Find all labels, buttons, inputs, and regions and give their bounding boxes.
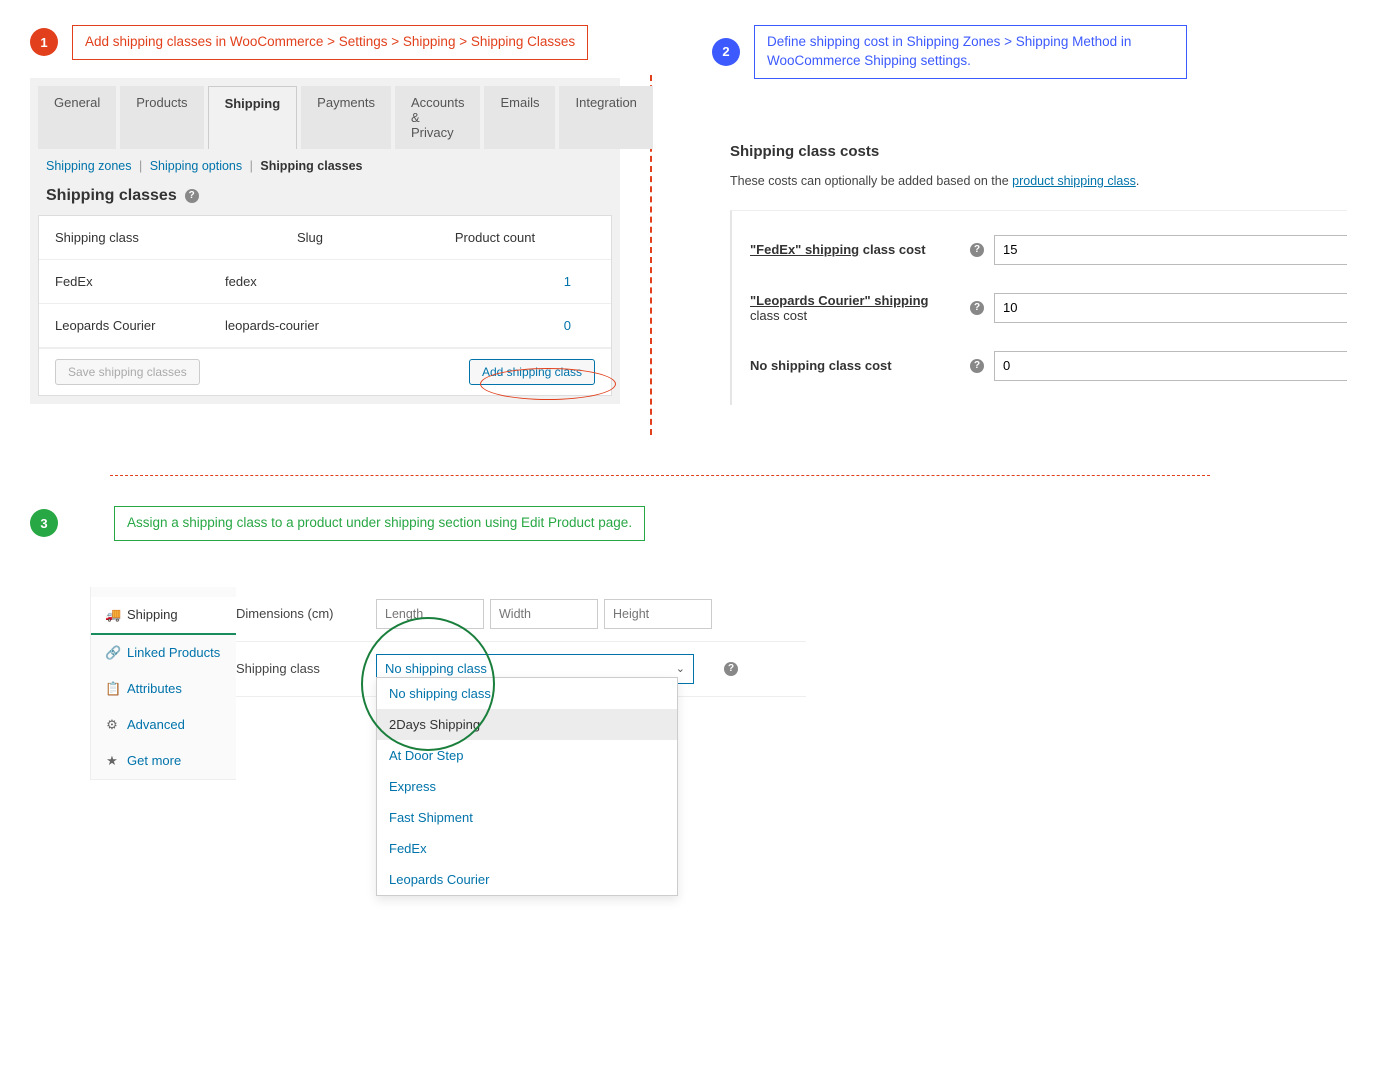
plus-icon: ★ [105, 753, 119, 769]
step-note-1: Add shipping classes in WooCommerce > Se… [72, 25, 588, 60]
option-at-door-step[interactable]: At Door Step [377, 740, 677, 771]
sidebar-item-linked-products[interactable]: 🔗 Linked Products [91, 635, 236, 671]
shipping-costs-panel: Shipping class costs These costs can opt… [712, 125, 1347, 423]
width-input[interactable] [490, 599, 598, 629]
cell-slug: fedex [225, 274, 395, 289]
step-badge-2: 2 [712, 38, 740, 66]
length-input[interactable] [376, 599, 484, 629]
save-shipping-classes-button[interactable]: Save shipping classes [55, 359, 200, 385]
help-icon[interactable]: ? [724, 662, 738, 676]
col-header-count: Product count [395, 230, 595, 245]
help-icon[interactable]: ? [970, 359, 984, 373]
sublink-shipping-zones[interactable]: Shipping zones [46, 159, 131, 173]
page-title: Shipping classes [46, 187, 177, 205]
shipping-classes-table: Shipping class Slug Product count FedEx … [38, 215, 612, 396]
shipping-classes-panel: General Products Shipping Payments Accou… [30, 78, 620, 404]
sublink-shipping-classes: Shipping classes [260, 159, 362, 173]
cost-input-leopards[interactable] [994, 293, 1347, 323]
tab-products[interactable]: Products [120, 86, 203, 149]
settings-tabs: General Products Shipping Payments Accou… [30, 78, 620, 149]
option-leopards-courier[interactable]: Leopards Courier [377, 864, 677, 895]
tab-integration[interactable]: Integration [559, 86, 652, 149]
costs-desc-pre: These costs can optionally be added base… [730, 174, 1012, 188]
costs-heading: Shipping class costs [730, 143, 1347, 160]
shipping-class-label: Shipping class [236, 661, 356, 676]
height-input[interactable] [604, 599, 712, 629]
option-fedex[interactable]: FedEx [377, 833, 677, 864]
sublink-shipping-options[interactable]: Shipping options [150, 159, 242, 173]
table-row[interactable]: Leopards Courier leopards-courier 0 [39, 304, 611, 348]
help-icon[interactable]: ? [970, 301, 984, 315]
tab-general[interactable]: General [38, 86, 116, 149]
tab-shipping[interactable]: Shipping [208, 86, 298, 149]
cell-name: Leopards Courier [55, 318, 225, 333]
chevron-down-icon: ⌄ [676, 662, 685, 675]
cell-count-link[interactable]: 0 [564, 318, 571, 333]
cell-name: FedEx [55, 274, 225, 289]
costs-desc-post: . [1136, 174, 1139, 188]
dimensions-label: Dimensions (cm) [236, 606, 356, 621]
help-icon[interactable]: ? [185, 189, 199, 203]
step-note-3: Assign a shipping class to a product und… [114, 506, 645, 541]
sidebar-item-attributes[interactable]: 📋 Attributes [91, 671, 236, 707]
step-badge-1: 1 [30, 28, 58, 56]
col-header-name: Shipping class [55, 230, 225, 245]
horizontal-divider [110, 475, 1210, 476]
truck-icon: 🚚 [105, 607, 119, 623]
sidebar-item-advanced[interactable]: ⚙ Advanced [91, 707, 236, 743]
cell-slug: leopards-courier [225, 318, 395, 333]
col-header-slug: Slug [225, 230, 395, 245]
option-fast-shipment[interactable]: Fast Shipment [377, 802, 677, 833]
cell-count-link[interactable]: 1 [564, 274, 571, 289]
cost-input-no-class[interactable] [994, 351, 1347, 381]
tab-payments[interactable]: Payments [301, 86, 391, 149]
tab-emails[interactable]: Emails [484, 86, 555, 149]
add-shipping-class-button[interactable]: Add shipping class [469, 359, 595, 385]
option-express[interactable]: Express [377, 771, 677, 802]
help-icon[interactable]: ? [970, 243, 984, 257]
option-2days-shipping[interactable]: 2Days Shipping [377, 709, 677, 740]
sidebar-item-shipping[interactable]: 🚚 Shipping [91, 597, 236, 635]
gear-icon: ⚙ [105, 717, 119, 733]
cost-input-fedex[interactable] [994, 235, 1347, 265]
step-badge-3: 3 [30, 509, 58, 537]
cost-label-leopards: "Leopards Courier" shipping class cost [750, 293, 960, 323]
table-row[interactable]: FedEx fedex 1 [39, 260, 611, 304]
step-note-2: Define shipping cost in Shipping Zones >… [754, 25, 1187, 79]
list-icon: 📋 [105, 681, 119, 697]
product-data-sidebar: 🚚 Shipping 🔗 Linked Products 📋 Attribute… [90, 587, 236, 780]
cost-label-fedex: "FedEx" shipping class cost [750, 242, 960, 257]
shipping-class-dropdown: No shipping class 2Days Shipping At Door… [376, 677, 678, 896]
option-no-shipping-class[interactable]: No shipping class [377, 678, 677, 709]
product-shipping-class-link[interactable]: product shipping class [1012, 174, 1136, 188]
sidebar-item-get-more[interactable]: ★ Get more [91, 743, 236, 779]
link-icon: 🔗 [105, 645, 119, 661]
cost-label-no-class: No shipping class cost [750, 358, 960, 373]
tab-accounts-privacy[interactable]: Accounts & Privacy [395, 86, 480, 149]
select-value: No shipping class [385, 661, 487, 676]
